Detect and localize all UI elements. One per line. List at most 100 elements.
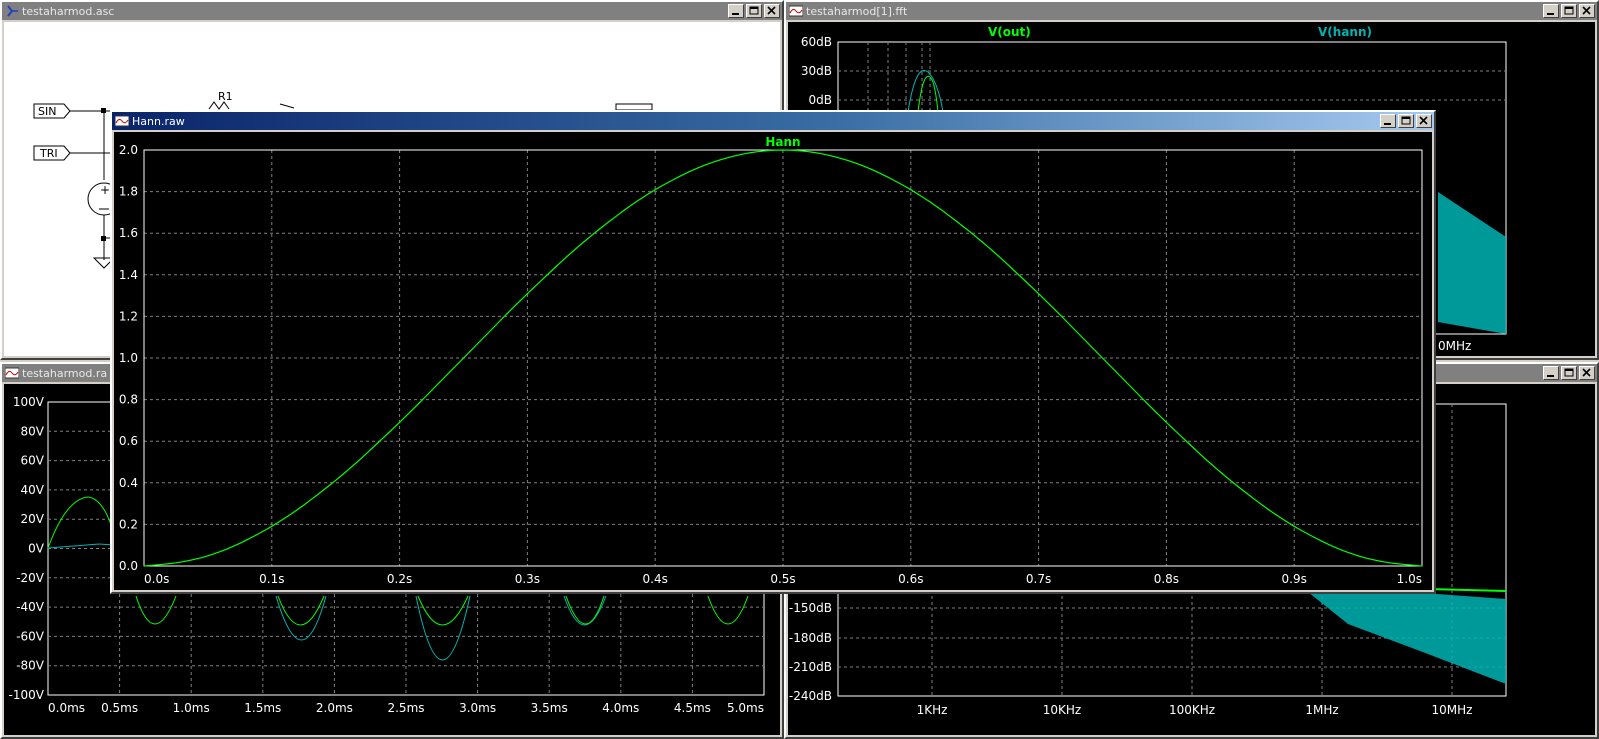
maximize-icon — [1564, 368, 1574, 377]
hann-data-point — [143, 565, 145, 567]
hann-y-tick-label: 1.0 — [119, 351, 138, 365]
fft2-xtick: 100KHz — [1169, 703, 1215, 717]
fft-title: testaharmod[1].fft — [806, 4, 908, 18]
tri-label: TRI — [39, 147, 58, 160]
transient-y-tick-label: -40V — [16, 600, 45, 614]
maximize-button[interactable] — [1561, 366, 1577, 380]
hann-data-point — [526, 293, 528, 295]
hann-x-tick-label: 0.6s — [898, 572, 923, 586]
fft2-ytick: -150dB — [789, 601, 832, 615]
close-icon — [1582, 368, 1591, 377]
minimize-icon — [1547, 13, 1554, 15]
transient-x-tick-label: 1.0ms — [173, 701, 210, 715]
fft2-xtick: 1MHz — [1305, 703, 1338, 717]
transient-x-tick-label: 0.0ms — [48, 701, 85, 715]
hann-x-tick-label: 0.8s — [1154, 572, 1179, 586]
transient-trace-green — [707, 595, 749, 625]
fft-ytick: 0dB — [809, 93, 832, 107]
minimize-button[interactable] — [728, 4, 744, 18]
r1-label: R1 — [218, 90, 233, 103]
maximize-icon — [749, 6, 759, 15]
fft2-ytick: -240dB — [789, 689, 832, 703]
schematic-titlebar[interactable]: testaharmod.asc — [2, 2, 782, 20]
transient-x-tick-label: 2.5ms — [387, 701, 424, 715]
hann-data-point — [1101, 357, 1104, 359]
hann-data-point — [399, 421, 401, 423]
hann-chart: 2.0 1.8 1.6 1.4 1.2 1.0 0.8 0.6 0.4 0.2 0.0 0.0s 0.1… — [119, 135, 1423, 586]
transient-x-tick-label: 4.0ms — [602, 701, 639, 715]
transient-y-tick-label: -20V — [16, 571, 45, 585]
close-button[interactable] — [1579, 366, 1595, 380]
fft2-spectrum-fill — [1298, 584, 1506, 684]
fft-titlebar[interactable]: testaharmod[1].fft — [786, 2, 1597, 20]
hann-x-tick-label: 0.9s — [1282, 572, 1307, 586]
hann-x-tick-label: 1.0s — [1397, 572, 1422, 586]
hann-data-point — [207, 555, 209, 557]
hann-data-point — [846, 159, 848, 161]
hann-x-tick-label: 0.5s — [770, 572, 795, 586]
hann-y-tick-label: 2.0 — [119, 143, 138, 157]
hann-data-point — [462, 357, 465, 359]
transient-x-tick-label: 2.0ms — [316, 701, 353, 715]
close-icon — [1419, 116, 1428, 125]
svg-text:+: + — [100, 183, 110, 197]
transient-x-tick-label: 4.5ms — [674, 701, 711, 715]
transient-x-tick-label: 1.5ms — [244, 701, 281, 715]
fft2-ytick: -180dB — [789, 631, 832, 645]
transient-x-tick-label: 0.5ms — [101, 701, 138, 715]
minimize-icon — [732, 13, 739, 15]
minimize-icon — [1384, 123, 1391, 125]
hann-data-point — [335, 479, 337, 481]
fft2-xtick: 10MHz — [1432, 703, 1473, 717]
hann-y-tick-label: 0.0 — [119, 559, 138, 573]
hann-window[interactable]: Hann.raw 2.0 1.8 1.6 1.4 1.2 1.0 0.8 0.6 0.4 0.2 0… — [110, 110, 1436, 594]
maximize-icon — [1564, 6, 1574, 15]
transient-y-tick-label: -100V — [9, 688, 45, 702]
maximize-button[interactable] — [746, 4, 762, 18]
hann-plot-area[interactable]: 2.0 1.8 1.6 1.4 1.2 1.0 0.8 0.6 0.4 0.2 0.0 0.0s 0.1… — [114, 132, 1432, 590]
hann-data-point — [1421, 565, 1423, 567]
transient-x-tick-label: 5.0ms — [727, 701, 764, 715]
hann-y-tick-label: 0.6 — [119, 434, 138, 448]
transient-trace-cyan — [47, 543, 115, 549]
minimize-button[interactable] — [1380, 114, 1396, 128]
hann-data-point — [910, 189, 912, 191]
transient-y-tick-label: 0V — [28, 542, 45, 556]
hann-titlebar[interactable]: Hann.raw — [112, 112, 1434, 130]
hann-data-point — [1229, 479, 1231, 481]
maximize-button[interactable] — [1561, 4, 1577, 18]
waveform-app-icon — [789, 5, 803, 17]
close-button[interactable] — [1579, 4, 1595, 18]
maximize-icon — [1401, 116, 1411, 125]
close-icon — [767, 6, 776, 15]
close-button[interactable] — [1416, 114, 1432, 128]
hann-y-tick-label: 1.2 — [119, 309, 138, 323]
maximize-button[interactable] — [1398, 114, 1414, 128]
hann-data-point — [1038, 293, 1040, 295]
fft-trace-vout: V(out) — [988, 25, 1031, 39]
sin-label: SIN — [38, 105, 56, 118]
close-button[interactable] — [764, 4, 780, 18]
transient-y-tick-label: 100V — [13, 395, 45, 409]
transient-x-tick-label: 3.5ms — [531, 701, 568, 715]
resistor-icon — [208, 101, 230, 110]
hann-x-tick-label: 0.7s — [1026, 572, 1051, 586]
minimize-button[interactable] — [1543, 366, 1559, 380]
hann-data-point — [718, 159, 720, 161]
minimize-button[interactable] — [1543, 4, 1559, 18]
transient-trace-green — [47, 496, 115, 549]
hann-y-tick-label: 0.4 — [119, 476, 138, 490]
fft-ytick: 30dB — [801, 64, 832, 78]
transient-trace-cyan — [415, 595, 471, 661]
hann-y-tick-label: 1.8 — [119, 185, 138, 199]
fft-spectrum-fill — [1438, 192, 1506, 334]
hann-data-point — [782, 149, 784, 151]
fft-xtick: 0MHz — [1438, 339, 1471, 353]
transient-y-tick-label: 60V — [21, 454, 45, 468]
waveform-app-icon — [5, 367, 19, 379]
fft-trace-vhann: V(hann) — [1318, 25, 1372, 39]
transient-trace-green — [135, 595, 177, 625]
hann-data-point — [654, 189, 656, 191]
hann-x-tick-label: 0.2s — [387, 572, 412, 586]
hann-y-tick-label: 0.8 — [119, 393, 138, 407]
